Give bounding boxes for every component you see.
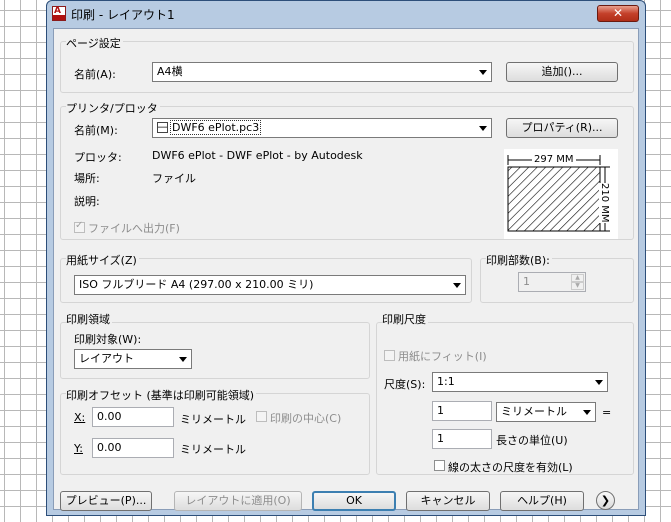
plotter-value: DWF6 ePlot - DWF ePlot - by Autodesk: [152, 149, 363, 162]
plot-area-section-title: 印刷領域: [66, 311, 112, 327]
paper-preview: 297 MM 210 MM: [504, 149, 618, 239]
cancel-button[interactable]: キャンセル: [406, 491, 490, 511]
ok-button[interactable]: OK: [312, 491, 396, 511]
printer-properties-button[interactable]: プロパティ(R)...: [506, 118, 618, 138]
chevron-down-icon: [595, 380, 603, 385]
paper-height-label: 210 MM: [599, 183, 610, 223]
help-button[interactable]: ヘルプ(H): [500, 491, 584, 511]
page-setup-name-value: A4横: [157, 65, 183, 78]
close-button[interactable]: ✕: [597, 5, 639, 22]
copies-value: 1: [523, 275, 530, 288]
offset-x-input[interactable]: 0.00: [92, 407, 174, 427]
print-dialog: A 印刷 - レイアウト1 ✕ ページ設定 名前(A): A4横 追加()...…: [46, 0, 646, 516]
printer-name-value: DWF6 ePlot.pc3: [170, 120, 262, 135]
printer-name-label: 名前(M):: [74, 124, 118, 137]
equals-sign: =: [602, 406, 612, 419]
unit-length-label: 長さの単位(U): [496, 434, 568, 447]
expand-options-icon[interactable]: ❯: [596, 491, 615, 510]
spinner-down-icon[interactable]: ▼: [571, 282, 584, 290]
scale-lineweights-checkbox[interactable]: [434, 460, 445, 471]
chevron-down-icon: [479, 126, 487, 131]
print-to-file-checkbox[interactable]: [74, 220, 85, 233]
chevron-down-icon: [583, 410, 591, 415]
page-setup-name-label: 名前(A):: [74, 68, 116, 81]
plotter-label: プロッタ:: [74, 151, 122, 164]
plot-scale-group: [376, 322, 634, 475]
description-label: 説明:: [74, 195, 100, 208]
fit-to-paper-label: 用紙にフィット(I): [398, 350, 487, 363]
chevron-down-icon: [479, 70, 487, 75]
offset-x-unit: ミリメートル: [180, 413, 246, 426]
scale-unit-value: ミリメートル: [501, 405, 567, 418]
copies-spinner[interactable]: 1 ▲ ▼: [518, 272, 586, 292]
printer-section-title: プリンタ/プロッタ: [66, 100, 160, 116]
paper-size-select[interactable]: ISO フルブリード A4 (297.00 x 210.00 ミリ): [74, 275, 466, 295]
add-page-setup-button[interactable]: 追加()...: [506, 62, 618, 82]
scale-value1-input[interactable]: 1: [432, 401, 492, 421]
scale-select[interactable]: 1:1: [432, 372, 608, 392]
offset-y-input[interactable]: 0.00: [92, 438, 174, 458]
page-setup-name-select[interactable]: A4横: [152, 62, 492, 82]
paper-size-section-title: 用紙サイズ(Z): [66, 252, 139, 268]
paper-width-label: 297 MM: [532, 154, 576, 165]
offset-x-label: X:: [74, 411, 86, 424]
apply-to-layout-button[interactable]: レイアウトに適用(O): [174, 491, 302, 511]
autocad-lt-icon: A: [52, 6, 66, 21]
plotter-icon: [157, 122, 168, 133]
page-setup-section-title: ページ設定: [66, 35, 123, 51]
spinner-up-icon[interactable]: ▲: [571, 274, 584, 282]
plot-offset-group: [60, 393, 370, 475]
center-plot-label: 印刷の中心(C): [270, 412, 342, 425]
plot-offset-section-title: 印刷オフセット (基準は印刷可能領域): [66, 387, 257, 403]
center-plot-checkbox[interactable]: [256, 411, 267, 422]
print-to-file-label: ファイルへ出力(F): [88, 222, 180, 235]
copies-section-title: 印刷部数(B):: [486, 252, 552, 268]
offset-y-unit: ミリメートル: [180, 443, 246, 456]
scale-value: 1:1: [437, 375, 455, 388]
plot-target-label: 印刷対象(W):: [74, 333, 142, 346]
scale-value2-input[interactable]: 1: [432, 429, 492, 449]
dialog-body: ページ設定 名前(A): A4横 追加()... プリンタ/プロッタ 名前(M)…: [53, 28, 639, 511]
offset-y-label: Y:: [74, 442, 83, 455]
paper-size-value: ISO フルブリード A4 (297.00 x 210.00 ミリ): [79, 278, 314, 291]
dialog-title: 印刷 - レイアウト1: [71, 8, 175, 22]
scale-unit-select[interactable]: ミリメートル: [496, 402, 596, 422]
plot-target-value: レイアウト: [79, 352, 134, 365]
chevron-down-icon: [179, 357, 187, 362]
location-label: 場所:: [74, 172, 100, 185]
printer-name-select[interactable]: DWF6 ePlot.pc3: [152, 118, 492, 138]
location-value: ファイル: [152, 172, 196, 185]
title-bar: A 印刷 - レイアウト1 ✕: [47, 1, 645, 27]
plot-target-select[interactable]: レイアウト: [74, 349, 192, 369]
chevron-down-icon: [453, 283, 461, 288]
scale-label: 尺度(S):: [384, 378, 426, 391]
preview-button[interactable]: プレビュー(P)...: [60, 491, 152, 511]
scale-lineweights-label: 線の太さの尺度を有効(L): [448, 461, 573, 474]
fit-to-paper-checkbox[interactable]: [384, 350, 395, 361]
plot-scale-section-title: 印刷尺度: [382, 311, 428, 327]
